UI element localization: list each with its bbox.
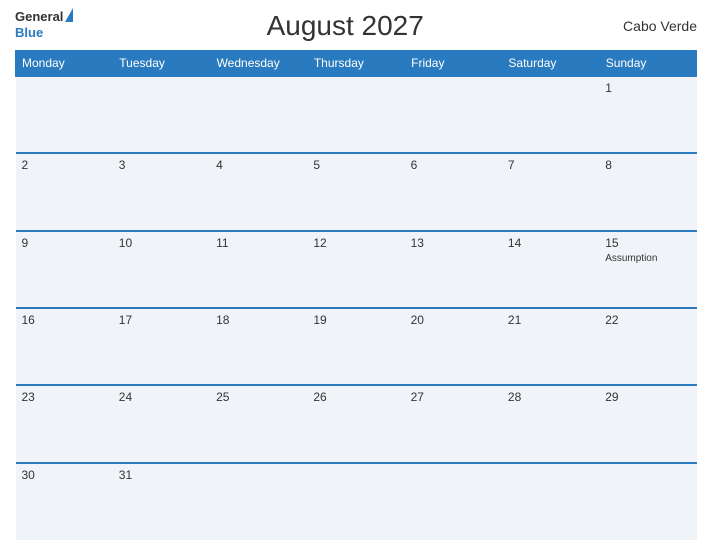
calendar-day-cell <box>405 76 502 153</box>
calendar-day-cell: 28 <box>502 385 599 462</box>
day-number: 8 <box>605 158 690 172</box>
day-number: 29 <box>605 390 690 404</box>
day-number: 12 <box>313 236 398 250</box>
day-number: 21 <box>508 313 593 327</box>
logo: General Blue <box>15 10 73 42</box>
calendar-day-cell <box>502 76 599 153</box>
calendar-day-cell: 22 <box>599 308 696 385</box>
calendar-day-cell: 31 <box>113 463 210 540</box>
calendar-day-cell: 30 <box>16 463 113 540</box>
day-number: 20 <box>411 313 496 327</box>
calendar-day-cell: 17 <box>113 308 210 385</box>
calendar-table: Monday Tuesday Wednesday Thursday Friday… <box>15 50 697 540</box>
day-number: 9 <box>22 236 107 250</box>
day-number: 4 <box>216 158 301 172</box>
day-number: 13 <box>411 236 496 250</box>
calendar-day-cell: 18 <box>210 308 307 385</box>
calendar-day-cell: 26 <box>307 385 404 462</box>
calendar-week-row: 23 24 25 26 27 28 29 <box>16 385 697 462</box>
calendar-day-cell: 29 <box>599 385 696 462</box>
calendar-day-cell: 15 Assumption <box>599 231 696 308</box>
day-number: 23 <box>22 390 107 404</box>
calendar-week-row: 9 10 11 12 13 14 15 Assumption <box>16 231 697 308</box>
day-number: 11 <box>216 236 301 250</box>
calendar-day-cell: 16 <box>16 308 113 385</box>
calendar-day-cell: 10 <box>113 231 210 308</box>
calendar-day-cell: 8 <box>599 153 696 230</box>
calendar-day-cell: 20 <box>405 308 502 385</box>
calendar-day-cell: 4 <box>210 153 307 230</box>
day-number: 22 <box>605 313 690 327</box>
calendar-day-cell <box>16 76 113 153</box>
calendar-day-cell: 7 <box>502 153 599 230</box>
logo-blue-text: Blue <box>15 25 43 40</box>
day-number: 16 <box>22 313 107 327</box>
logo-general-text: General <box>15 10 63 24</box>
weekday-tuesday: Tuesday <box>113 51 210 77</box>
month-title: August 2027 <box>73 10 617 42</box>
day-number: 3 <box>119 158 204 172</box>
day-number: 15 <box>605 236 690 250</box>
calendar-day-cell: 19 <box>307 308 404 385</box>
calendar-day-cell: 11 <box>210 231 307 308</box>
day-number: 18 <box>216 313 301 327</box>
weekday-sunday: Sunday <box>599 51 696 77</box>
calendar-day-cell <box>307 463 404 540</box>
weekday-thursday: Thursday <box>307 51 404 77</box>
calendar-day-cell: 2 <box>16 153 113 230</box>
calendar-day-cell <box>502 463 599 540</box>
calendar-day-cell: 25 <box>210 385 307 462</box>
calendar-day-cell: 21 <box>502 308 599 385</box>
day-number: 14 <box>508 236 593 250</box>
day-event: Assumption <box>605 253 657 264</box>
calendar-header: General Blue August 2027 Cabo Verde <box>15 10 697 42</box>
calendar-day-cell: 14 <box>502 231 599 308</box>
day-number: 25 <box>216 390 301 404</box>
calendar-week-row: 2345678 <box>16 153 697 230</box>
calendar-wrapper: General Blue August 2027 Cabo Verde Mond… <box>0 0 712 550</box>
calendar-body: 123456789101112131415Assumption161718192… <box>16 76 697 540</box>
calendar-day-cell: 5 <box>307 153 404 230</box>
calendar-day-cell <box>599 463 696 540</box>
weekday-saturday: Saturday <box>502 51 599 77</box>
day-number: 31 <box>119 468 204 482</box>
day-number: 17 <box>119 313 204 327</box>
calendar-day-cell <box>210 76 307 153</box>
calendar-day-cell <box>405 463 502 540</box>
day-number: 10 <box>119 236 204 250</box>
weekday-wednesday: Wednesday <box>210 51 307 77</box>
calendar-week-row: 1 <box>16 76 697 153</box>
calendar-day-cell <box>113 76 210 153</box>
day-number: 19 <box>313 313 398 327</box>
logo-triangle-icon <box>65 8 73 22</box>
day-number: 5 <box>313 158 398 172</box>
day-number: 30 <box>22 468 107 482</box>
day-number: 26 <box>313 390 398 404</box>
calendar-day-cell: 9 <box>16 231 113 308</box>
calendar-day-cell: 1 <box>599 76 696 153</box>
calendar-day-cell: 27 <box>405 385 502 462</box>
calendar-day-cell: 23 <box>16 385 113 462</box>
calendar-day-cell <box>210 463 307 540</box>
country-label: Cabo Verde <box>617 18 697 34</box>
day-number: 24 <box>119 390 204 404</box>
weekday-friday: Friday <box>405 51 502 77</box>
calendar-day-cell: 6 <box>405 153 502 230</box>
calendar-day-cell <box>307 76 404 153</box>
calendar-day-cell: 3 <box>113 153 210 230</box>
calendar-day-cell: 12 <box>307 231 404 308</box>
weekday-monday: Monday <box>16 51 113 77</box>
calendar-day-cell: 13 <box>405 231 502 308</box>
day-number: 27 <box>411 390 496 404</box>
day-number: 1 <box>605 81 690 95</box>
day-number: 6 <box>411 158 496 172</box>
calendar-week-row: 30 31 <box>16 463 697 540</box>
day-number: 2 <box>22 158 107 172</box>
day-number: 28 <box>508 390 593 404</box>
calendar-header-row: Monday Tuesday Wednesday Thursday Friday… <box>16 51 697 77</box>
calendar-week-row: 16 17 18 19 20 21 22 <box>16 308 697 385</box>
calendar-day-cell: 24 <box>113 385 210 462</box>
day-number: 7 <box>508 158 593 172</box>
